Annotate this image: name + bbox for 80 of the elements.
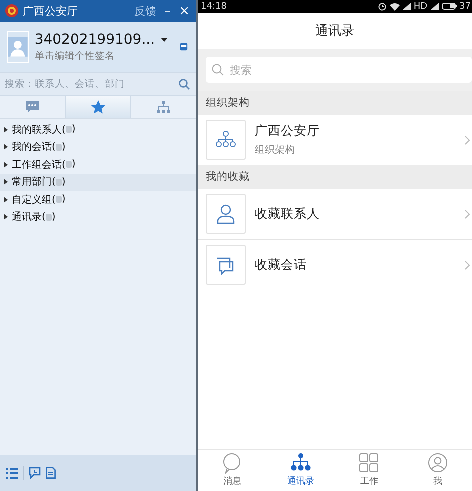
search-input[interactable]: 搜索：联系人、会话、部门 [5, 78, 179, 90]
tree-label: 我的会话( [12, 140, 56, 154]
expand-arrow-icon [4, 144, 8, 150]
chevron-icon [465, 210, 470, 218]
tree-item[interactable]: 自定义组( ) [0, 191, 196, 208]
item-title: 收藏联系人 [255, 206, 321, 222]
expand-arrow-icon [4, 179, 8, 186]
feedback-link[interactable]: 反馈 [132, 4, 159, 18]
item-subtitle: 组织架构 [255, 144, 296, 157]
list-item[interactable]: 收藏联系人 [198, 189, 472, 240]
battery-text: 37 [460, 2, 471, 12]
caret-icon[interactable] [161, 38, 168, 42]
blurred-count [56, 178, 62, 186]
page-title: 通讯录 [314, 23, 356, 41]
blurred-count [56, 144, 62, 151]
signature-text[interactable]: 单击编辑个性签名 [34, 50, 168, 62]
chevron-icon [465, 136, 470, 144]
expand-arrow-icon [4, 126, 8, 133]
org-chart-icon [156, 100, 172, 114]
window-title: 广西公安厅 [23, 4, 78, 18]
search-icon [212, 64, 224, 76]
list-icon[interactable] [6, 468, 18, 478]
message-icon[interactable] [29, 467, 41, 479]
bracket-text: ) [72, 124, 76, 136]
nav-tab[interactable]: 我 [404, 450, 472, 491]
person-icon [215, 204, 237, 224]
blurred-count [66, 126, 72, 134]
chat-icon [221, 453, 244, 474]
blurred-count [46, 214, 52, 221]
bracket-text: ) [62, 176, 66, 188]
star-icon [90, 100, 106, 114]
tree-label: 通讯录( [12, 210, 46, 224]
wifi-icon [390, 2, 400, 10]
nav-tab[interactable]: 消息 [198, 450, 266, 491]
time-text: 14:18 [201, 2, 227, 12]
chevron-icon [465, 260, 470, 270]
grid-icon [358, 453, 380, 474]
tab[interactable] [64, 96, 132, 118]
bracket-text: ) [52, 212, 56, 223]
network-text: HD [414, 2, 428, 12]
section-header: 组织架构 [198, 91, 472, 115]
minimize-button[interactable]: – [162, 4, 174, 18]
search-field[interactable]: 搜索：联系人、会话、部门 [0, 72, 196, 96]
blurred-count [56, 196, 62, 204]
document-icon[interactable] [46, 467, 56, 479]
tree-item[interactable]: 我的联系人( ) [0, 121, 196, 138]
item-title: 收藏会话 [255, 256, 308, 274]
tree-item[interactable]: 我的会话( ) [0, 138, 196, 156]
bracket-text: ) [72, 159, 76, 170]
tree-label: 常用部门( [12, 176, 56, 190]
tree-item[interactable]: 通讯录( ) [0, 208, 196, 226]
search-icon [179, 78, 190, 90]
section-header: 我的收藏 [198, 165, 472, 189]
blurred-count [66, 161, 72, 168]
user-icon [426, 453, 449, 474]
close-button[interactable]: × [177, 4, 192, 18]
nav-tab[interactable]: 通讯录 [266, 450, 335, 491]
item-title: 广西公安厅 [255, 123, 321, 140]
nav-tab[interactable]: 工作 [335, 450, 404, 491]
tree-label: 自定义组( [12, 194, 56, 207]
battery-icon [442, 3, 457, 10]
tree-item[interactable]: 工作组会话( ) [0, 156, 196, 174]
chat-icon [24, 100, 40, 114]
list-item[interactable]: 广西公安厅 组织架构 [198, 115, 472, 165]
expand-arrow-icon [4, 196, 8, 203]
expand-arrow-icon [4, 162, 8, 168]
alarm-icon [378, 2, 387, 11]
user-name: 340202199109... [34, 32, 156, 48]
tree-label: 工作组会话( [12, 158, 66, 172]
list-item[interactable]: 收藏会话 [198, 240, 472, 290]
tree-item[interactable]: 常用部门( ) [0, 174, 196, 191]
bracket-text: ) [62, 142, 66, 153]
org-chart-icon [215, 130, 237, 150]
bracket-text: ) [62, 194, 66, 206]
badge-icon [5, 4, 19, 18]
expand-arrow-icon [4, 214, 8, 220]
signal-icon [430, 3, 439, 10]
signal-icon [402, 3, 411, 10]
search-field[interactable]: 搜索 [206, 57, 472, 83]
tree-label: 我的联系人( [12, 124, 66, 137]
